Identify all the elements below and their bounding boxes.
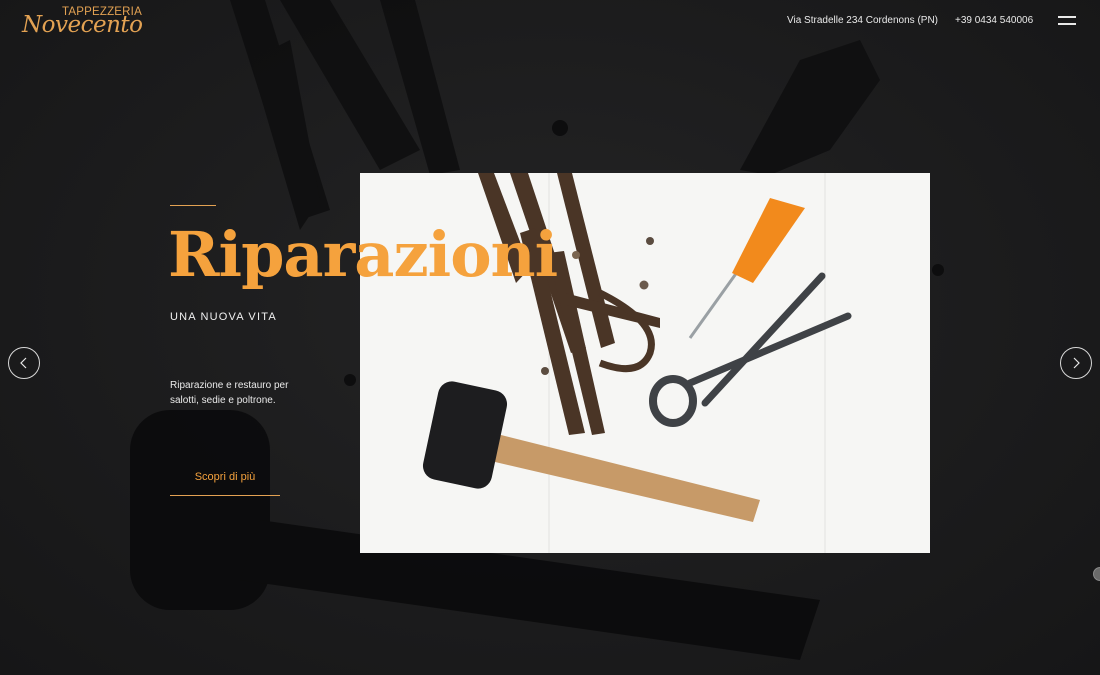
page: TAPPEZZERIA Novecento Via Stradelle 234 … [0, 0, 1100, 675]
discover-more-label: Scopri di più [194, 471, 256, 483]
accent-line [170, 205, 216, 206]
hero-subtitle: UNA NUOVA VITA [170, 311, 277, 323]
chevron-right-icon [1073, 357, 1080, 369]
scroll-indicator[interactable] [1093, 567, 1100, 581]
discover-more-button[interactable]: Scopri di più [170, 464, 280, 496]
slider-next-button[interactable] [1060, 347, 1092, 379]
header-address[interactable]: Via Stradelle 234 Cordenons (PN) [787, 15, 938, 26]
logo[interactable]: TAPPEZZERIA Novecento [22, 4, 152, 38]
logo-script-text: Novecento [22, 12, 143, 38]
slider-prev-button[interactable] [8, 347, 40, 379]
hero-description: Riparazione e restauro per salotti, sedi… [170, 380, 289, 406]
hamburger-icon[interactable] [1058, 14, 1078, 28]
hero-title: Riparazioni [168, 218, 558, 291]
header-phone[interactable]: +39 0434 540006 [955, 15, 1033, 26]
chevron-left-icon [20, 357, 27, 369]
